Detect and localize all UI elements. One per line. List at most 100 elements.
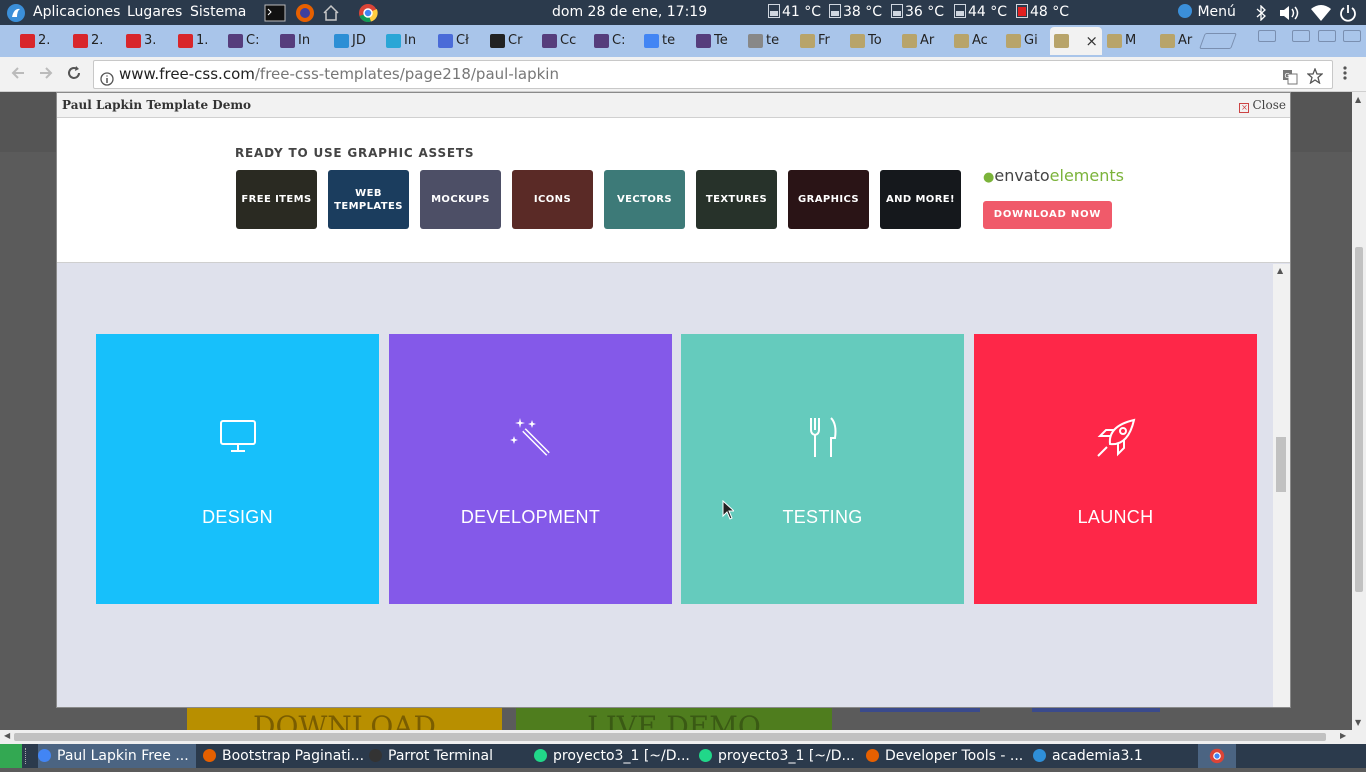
modal-close-button[interactable]: × Close [1239, 93, 1286, 117]
grid-icon [438, 34, 453, 48]
ad-tile[interactable]: FREE ITEMS [236, 170, 317, 229]
taskbar-window-button[interactable]: Paul Lapkin Free ... [38, 744, 196, 768]
close-tab-icon[interactable]: × [1085, 27, 1098, 55]
taskbar-handle[interactable] [25, 748, 28, 764]
workspace-switcher[interactable] [1198, 744, 1236, 768]
firefox-launcher-icon[interactable] [295, 0, 315, 25]
hscroll-thumb[interactable] [14, 733, 1326, 741]
show-desktop-button[interactable] [0, 744, 22, 768]
forward-icon[interactable] [38, 65, 54, 84]
iframe-scroll-thumb[interactable] [1276, 437, 1286, 492]
browser-tab[interactable]: 1. [174, 27, 222, 55]
system-menu[interactable]: Sistema [190, 0, 246, 25]
new-tab-button[interactable] [1199, 33, 1237, 49]
scroll-up-icon[interactable]: ▲ [1277, 266, 1283, 275]
browser-toolbar: www.free-css.com/free-css-templates/page… [0, 57, 1366, 92]
terminal-launcher-icon[interactable] [264, 0, 286, 25]
bookmark-star-icon[interactable] [1306, 66, 1324, 93]
tab-label: C: [612, 33, 626, 48]
taskbar-window-button[interactable]: Bootstrap Paginati... [203, 744, 363, 768]
browser-tab[interactable]: Te [692, 27, 742, 55]
taskbar-window-button[interactable]: Developer Tools - ... [866, 744, 1026, 768]
browser-tab[interactable]: In [276, 27, 328, 55]
scroll-right-icon[interactable]: ▶ [1340, 731, 1346, 740]
browser-tab[interactable]: te [744, 27, 794, 55]
scroll-down-icon[interactable]: ▼ [1355, 718, 1361, 727]
browser-menu-icon[interactable] [1342, 65, 1348, 84]
minimize-icon[interactable] [1292, 30, 1310, 42]
taskbar-window-button[interactable]: academia3.1 [1033, 744, 1183, 768]
page-vertical-scrollbar[interactable]: ▲ ▼ [1352, 92, 1366, 730]
applications-menu[interactable]: Aplicaciones [33, 0, 120, 25]
tab-label: In [404, 33, 417, 48]
process-card-development[interactable]: DEVELOPMENT [389, 334, 672, 604]
scroll-up-icon[interactable]: ▲ [1355, 95, 1361, 104]
process-card-testing[interactable]: TESTING [681, 334, 964, 604]
browser-tab[interactable]: Gi [1002, 27, 1048, 55]
power-icon[interactable] [1339, 0, 1357, 25]
browser-tab[interactable]: Ac [950, 27, 1000, 55]
cpu-temp-4: 44 °C [954, 0, 1007, 25]
envato-ad-banner[interactable]: READY TO USE GRAPHIC ASSETS FREE ITEMS WE… [57, 118, 1290, 263]
taskbar-window-button[interactable]: Parrot Terminal [369, 744, 527, 768]
clock[interactable]: dom 28 de ene, 17:19 [552, 0, 707, 25]
bluetooth-icon[interactable] [1255, 0, 1267, 25]
maximize-icon[interactable] [1318, 30, 1336, 42]
url-field[interactable]: www.free-css.com/free-css-templates/page… [93, 60, 1333, 89]
browser-tab[interactable]: To [846, 27, 896, 55]
browser-tab[interactable]: M [1103, 27, 1153, 55]
scroll-thumb[interactable] [1355, 247, 1363, 592]
browser-tab[interactable]: C: [590, 27, 638, 55]
css-icon [954, 34, 969, 48]
close-window-icon[interactable] [1343, 30, 1361, 42]
process-card-launch[interactable]: LAUNCH [974, 334, 1257, 604]
info-icon[interactable] [100, 68, 114, 95]
iframe-scrollbar[interactable]: ▲ [1273, 264, 1290, 707]
home-launcher-icon[interactable] [322, 0, 340, 25]
browser-tab[interactable]: Ar [1156, 27, 1198, 55]
download-bg-label: DOWNLOAD [253, 710, 436, 730]
volume-icon[interactable] [1279, 0, 1301, 25]
browser-tab[interactable]: 2. [69, 27, 119, 55]
wifi-icon[interactable] [1310, 0, 1332, 25]
translate-icon[interactable]: G [1282, 67, 1298, 94]
browser-tab[interactable]: Fr [796, 27, 844, 55]
process-card-design[interactable]: DESIGN [96, 334, 379, 604]
ad-tile[interactable]: ICONS [512, 170, 593, 229]
taskbar-window-label: Paul Lapkin Free ... [57, 748, 189, 764]
browser-tab[interactable]: JD [330, 27, 380, 55]
browser-tab[interactable]: 2. [16, 27, 66, 55]
user-icon[interactable] [1258, 30, 1276, 42]
ad-tile[interactable]: TEXTURES [696, 170, 777, 229]
page-horizontal-scrollbar[interactable]: ◀ ▶ [0, 730, 1366, 744]
browser-tab[interactable]: Cł [434, 27, 484, 55]
taskbar-window-button[interactable]: proyecto3_1 [~/D... [699, 744, 859, 768]
browser-tab[interactable]: te [640, 27, 690, 55]
ad-tile[interactable]: WEB TEMPLATES [328, 170, 409, 229]
browser-tab[interactable]: 3. [122, 27, 172, 55]
ad-tile[interactable]: AND MORE! [880, 170, 961, 229]
cpu-temp-2: 38 °C [829, 0, 882, 25]
ad-tile[interactable]: GRAPHICS [788, 170, 869, 229]
download-now-button[interactable]: DOWNLOAD NOW [983, 201, 1112, 229]
envato-elements-logo[interactable]: ●envatoelements [983, 166, 1124, 185]
chrome-launcher-icon[interactable] [358, 0, 378, 25]
reload-icon[interactable] [66, 65, 82, 84]
tab-label: Cł [456, 33, 469, 48]
download-button-bg[interactable]: DOWNLOAD [187, 708, 502, 730]
parrot-logo-icon[interactable] [6, 0, 26, 25]
live-demo-button-bg[interactable]: LIVE DEMO [516, 708, 832, 730]
scroll-left-icon[interactable]: ◀ [4, 731, 10, 740]
back-icon[interactable] [10, 65, 26, 84]
browser-tab[interactable]: C: [224, 27, 274, 55]
browser-tab[interactable]: Cr [486, 27, 536, 55]
ad-tile[interactable]: VECTORS [604, 170, 685, 229]
browser-tab[interactable]: In [382, 27, 432, 55]
browser-tab[interactable]: × [1050, 27, 1102, 55]
places-menu[interactable]: Lugares [127, 0, 182, 25]
browser-tab[interactable]: Cc [538, 27, 588, 55]
menu-button[interactable]: Menú [1177, 0, 1236, 25]
browser-tab[interactable]: Ar [898, 27, 948, 55]
taskbar-window-button[interactable]: proyecto3_1 [~/D... [534, 744, 692, 768]
ad-tile[interactable]: MOCKUPS [420, 170, 501, 229]
